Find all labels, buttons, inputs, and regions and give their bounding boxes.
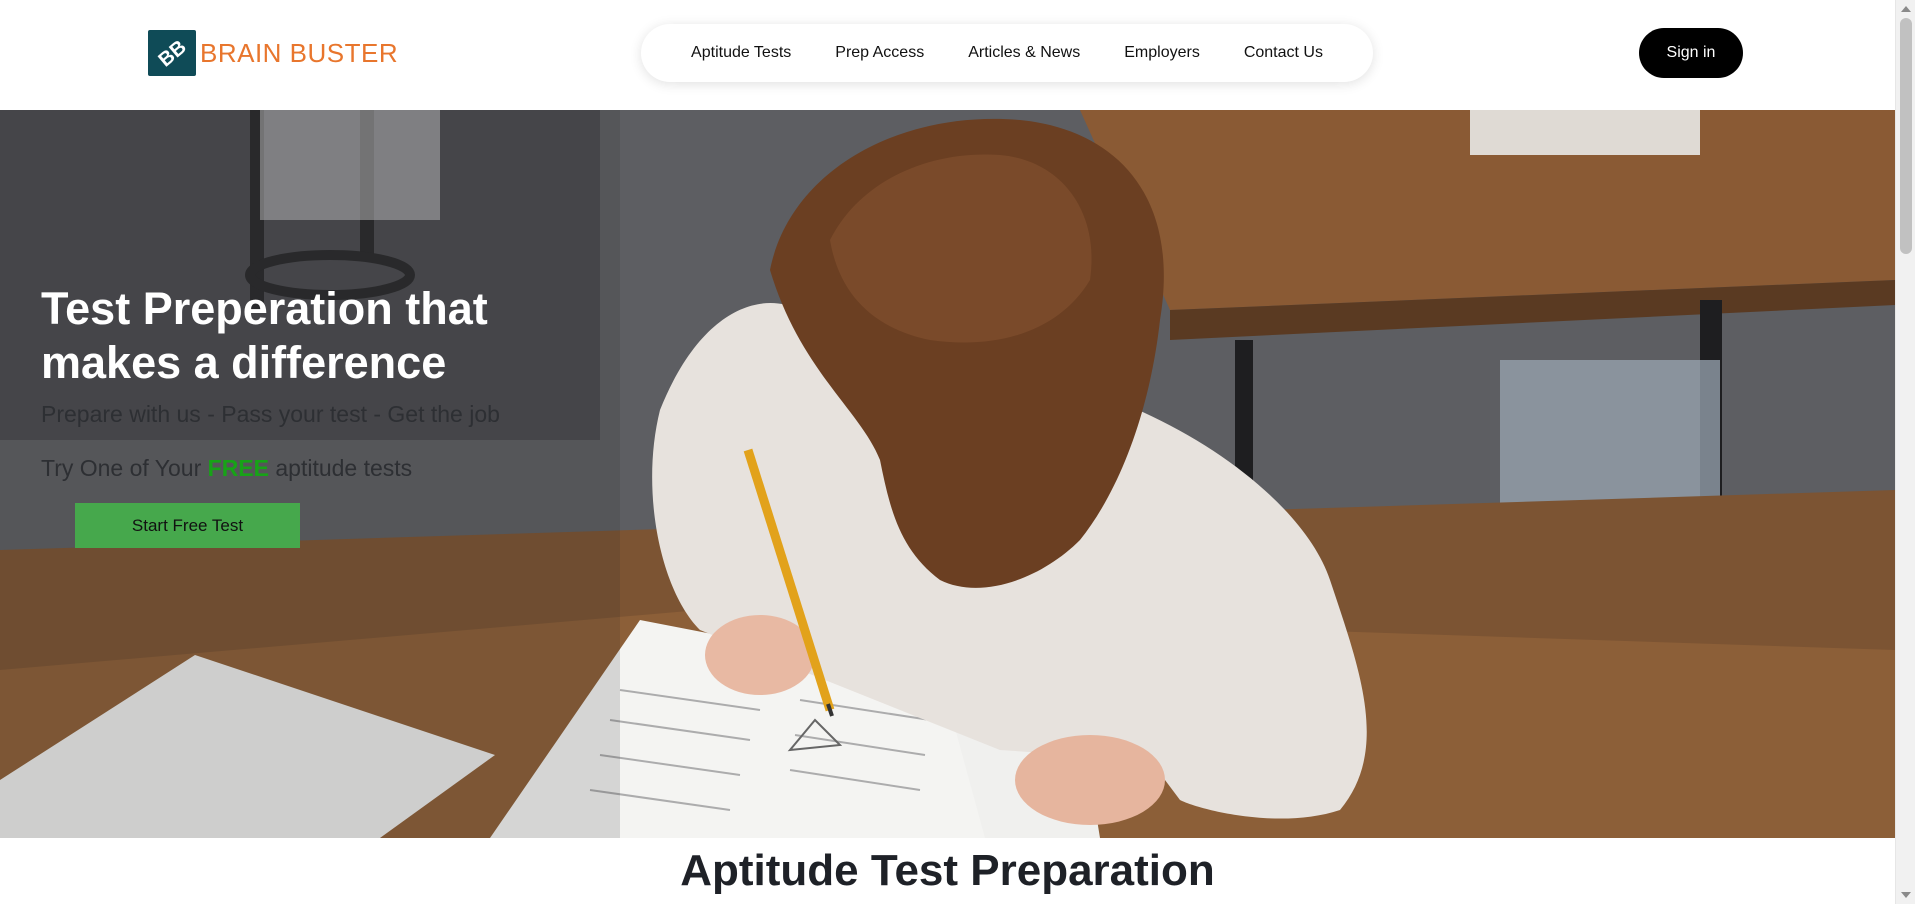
nav-item-contact-us[interactable]: Contact Us — [1222, 24, 1345, 82]
scroll-up-arrow-icon[interactable] — [1901, 6, 1911, 12]
nav-item-employers[interactable]: Employers — [1102, 24, 1222, 82]
hero-free-tests-line: Try One of Your FREE aptitude tests — [41, 455, 412, 482]
start-free-test-button[interactable]: Start Free Test — [75, 503, 300, 548]
main-nav: Aptitude Tests Prep Access Articles & Ne… — [641, 24, 1373, 82]
section-title: Aptitude Test Preparation — [680, 846, 1215, 895]
brand-mark-text: BB — [155, 36, 191, 71]
sign-in-button[interactable]: Sign in — [1639, 28, 1743, 78]
brand-mark-icon: BB — [148, 30, 196, 76]
page-scrollbar[interactable] — [1895, 0, 1915, 904]
nav-item-aptitude-tests[interactable]: Aptitude Tests — [669, 24, 813, 82]
page: BB BRAIN BUSTER Aptitude Tests Prep Acce… — [0, 0, 1915, 904]
scroll-down-arrow-icon[interactable] — [1901, 892, 1911, 898]
free-suffix: aptitude tests — [268, 455, 413, 481]
nav-item-prep-access[interactable]: Prep Access — [813, 24, 946, 82]
hero-title: Test Preperation that makes a difference — [41, 283, 488, 388]
nav-item-articles-news[interactable]: Articles & News — [946, 24, 1102, 82]
hero-section: Test Preperation that makes a difference… — [0, 110, 1895, 838]
free-highlight: FREE — [207, 455, 269, 481]
brand-name: BRAIN BUSTER — [200, 37, 399, 68]
brand-logo[interactable]: BB BRAIN BUSTER — [148, 29, 398, 77]
site-header: BB BRAIN BUSTER Aptitude Tests Prep Acce… — [0, 0, 1895, 110]
scrollbar-thumb[interactable] — [1900, 18, 1912, 254]
hero-subtitle: Prepare with us - Pass your test - Get t… — [41, 401, 500, 427]
free-prefix: Try One of Your — [41, 455, 208, 481]
